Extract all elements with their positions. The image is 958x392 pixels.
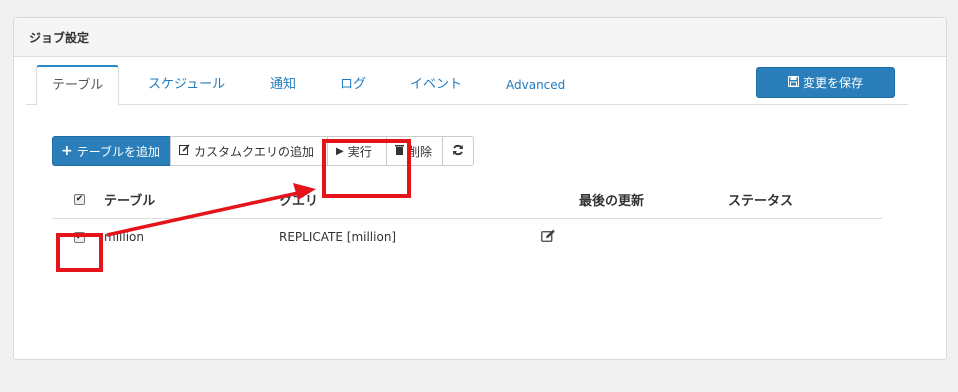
add-custom-query-label: カスタムクエリの追加 bbox=[194, 144, 315, 159]
header-status: ステータス bbox=[728, 194, 794, 209]
select-all-cell: ✔ bbox=[74, 181, 85, 218]
add-table-button[interactable]: + テーブルを追加 bbox=[52, 136, 171, 166]
header-table: テーブル bbox=[104, 194, 156, 209]
refresh-button[interactable] bbox=[442, 136, 474, 166]
delete-label: 削除 bbox=[408, 144, 433, 159]
edit-query-icon[interactable] bbox=[541, 229, 556, 245]
row-table-name: million bbox=[104, 230, 144, 244]
tab-notifications[interactable]: 通知 bbox=[270, 65, 296, 105]
header-last-updated: 最後の更新 bbox=[579, 194, 645, 209]
panel-title: ジョブ設定 bbox=[14, 18, 946, 57]
tab-schedule[interactable]: スケジュール bbox=[148, 65, 225, 105]
highlight-box-checkbox bbox=[56, 233, 103, 272]
table-row: ✔ million REPLICATE [million] bbox=[52, 219, 882, 255]
tab-advanced[interactable]: Advanced bbox=[506, 65, 565, 105]
tab-tables[interactable]: テーブル bbox=[36, 65, 120, 106]
plus-icon: + bbox=[61, 143, 73, 159]
row-query: REPLICATE [million] bbox=[279, 230, 397, 244]
highlight-box-run bbox=[322, 139, 411, 198]
table-header: ✔ テーブル クエリ 最後の更新 ステータス bbox=[52, 181, 882, 219]
save-changes-label: 変更を保存 bbox=[802, 76, 863, 90]
add-table-label: テーブルを追加 bbox=[76, 144, 161, 159]
tab-logs[interactable]: ログ bbox=[340, 65, 366, 105]
save-icon bbox=[787, 75, 800, 90]
tab-events[interactable]: イベント bbox=[410, 65, 462, 105]
save-changes-button[interactable]: 変更を保存 bbox=[756, 67, 895, 98]
header-query: クエリ bbox=[279, 194, 319, 209]
row-edit-cell bbox=[541, 219, 556, 255]
add-custom-query-button[interactable]: カスタムクエリの追加 bbox=[170, 136, 328, 166]
refresh-icon bbox=[452, 144, 464, 159]
edit-icon bbox=[179, 144, 190, 158]
select-all-checkbox[interactable]: ✔ bbox=[74, 194, 85, 205]
